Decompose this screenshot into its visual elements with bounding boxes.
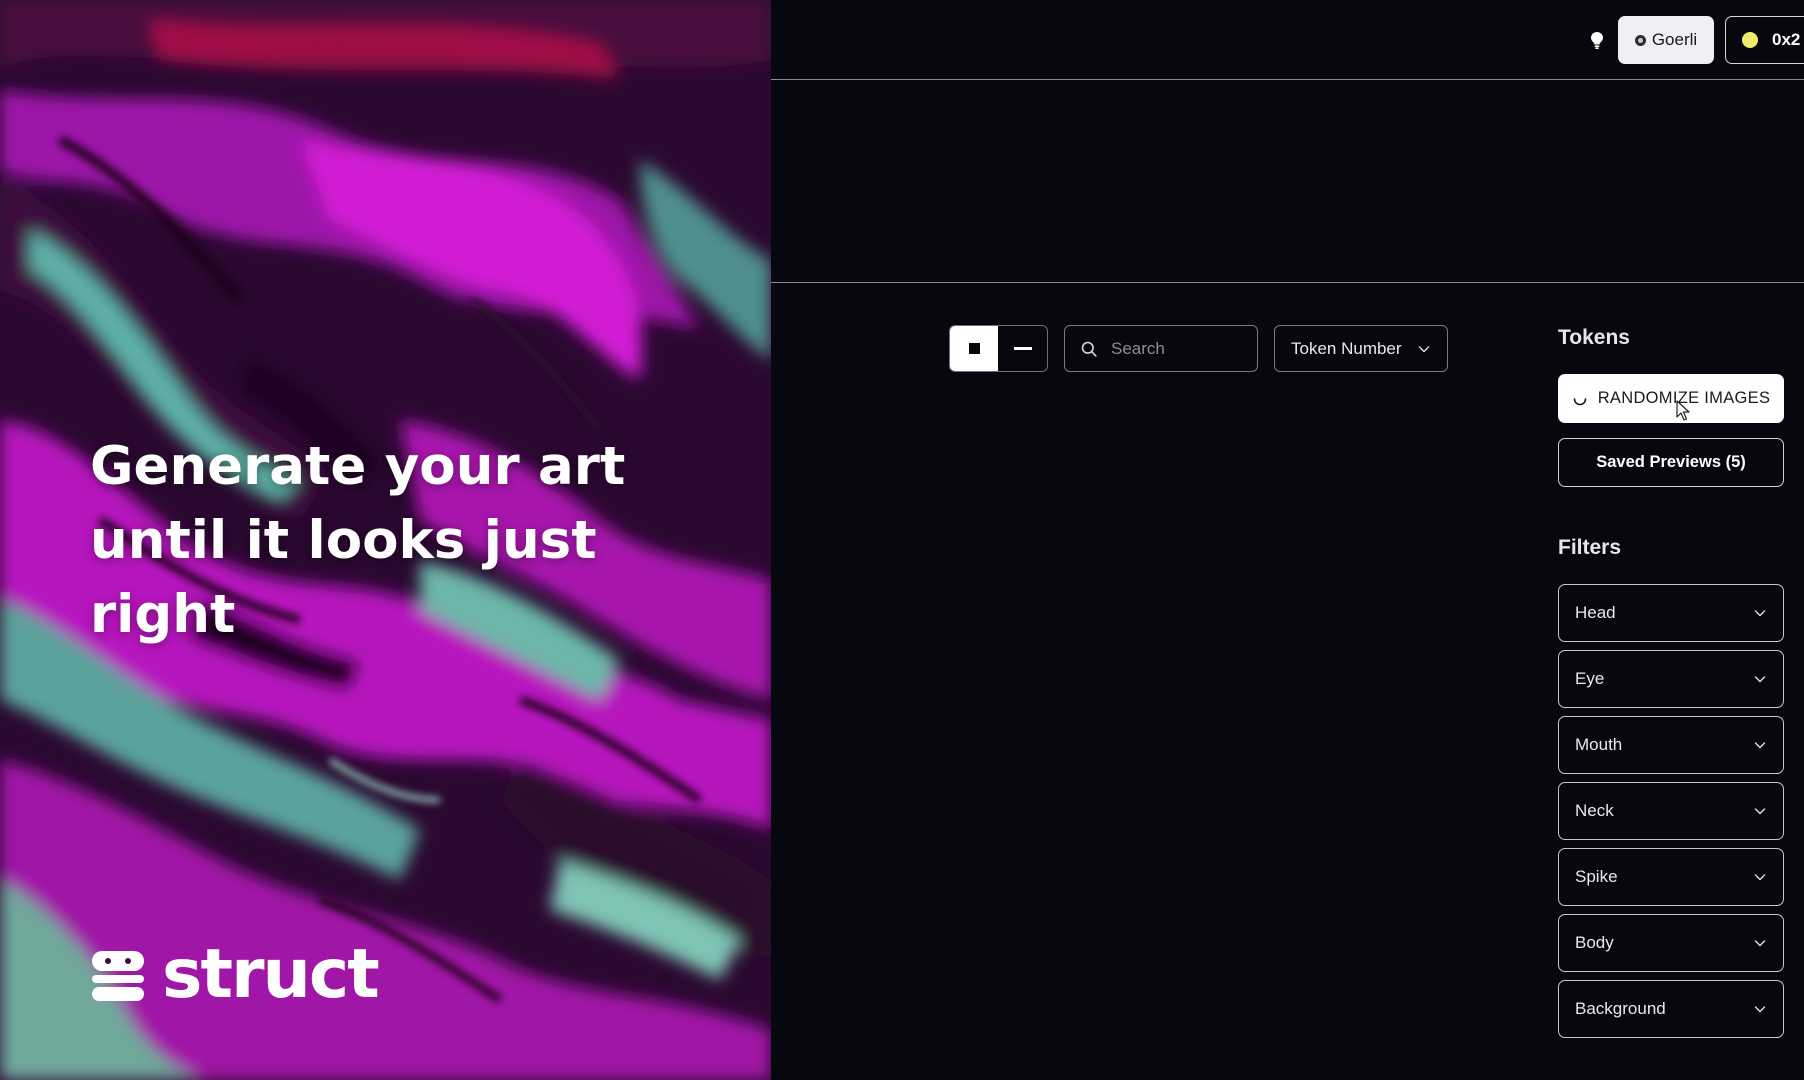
saved-previews-button[interactable]: Saved Previews (5) (1558, 438, 1784, 487)
list-view-icon (1013, 347, 1032, 350)
filter-label: Head (1575, 603, 1616, 622)
network-selector-button[interactable]: Goerli (1618, 16, 1714, 64)
filter-label: Background (1575, 999, 1666, 1018)
randomize-images-button[interactable]: RANDOMIZE IMAGES (1558, 374, 1784, 423)
brand-name: struct (162, 935, 380, 1014)
filter-spike-select[interactable]: Spike (1558, 848, 1784, 906)
loading-spinner-icon (1573, 397, 1587, 405)
filter-neck-select[interactable]: Neck (1558, 782, 1784, 840)
chevron-down-icon (1754, 610, 1766, 617)
brand-logo-group: struct (90, 935, 380, 1014)
hero-headline: Generate your art until it looks just ri… (90, 436, 626, 645)
network-icon (1634, 34, 1646, 46)
filter-label: Neck (1575, 801, 1614, 820)
theme-toggle-button[interactable] (1587, 29, 1607, 51)
filter-label: Body (1575, 933, 1614, 952)
tokens-heading: Tokens (1558, 326, 1630, 349)
filter-label: Mouth (1575, 735, 1623, 754)
account-avatar-dot (1742, 32, 1758, 48)
search-icon (1081, 341, 1097, 357)
chevron-down-icon (1754, 1006, 1766, 1013)
page-root: Generate your art until it looks just ri… (0, 0, 1804, 1080)
grid-view-button[interactable] (950, 326, 998, 371)
view-mode-toggle (949, 325, 1048, 372)
filter-body-select[interactable]: Body (1558, 914, 1784, 972)
network-label: Goerli (1651, 30, 1698, 49)
account-address: 0x2 (1772, 30, 1801, 49)
filter-head-select[interactable]: Head (1558, 584, 1784, 642)
lightbulb-icon (1591, 31, 1603, 49)
app-panel: Goerli 0x2 Token Number Tokens (771, 0, 1804, 1080)
preview-strip (771, 81, 1804, 283)
top-bar: Goerli 0x2 (771, 0, 1804, 80)
sort-select-value: Token Number (1291, 338, 1402, 358)
filter-mouth-select[interactable]: Mouth (1558, 716, 1784, 774)
chevron-down-icon (1418, 345, 1430, 352)
filter-label: Eye (1575, 669, 1605, 688)
chevron-down-icon (1754, 874, 1766, 881)
randomize-images-label: RANDOMIZE IMAGES (1597, 389, 1771, 407)
struct-logo-icon (92, 951, 144, 1001)
list-view-button[interactable] (998, 326, 1047, 371)
account-button[interactable]: 0x2 (1725, 16, 1804, 64)
filters-heading: Filters (1558, 536, 1622, 559)
chevron-down-icon (1754, 940, 1766, 947)
filter-background-select[interactable]: Background (1558, 980, 1784, 1038)
filter-eye-select[interactable]: Eye (1558, 650, 1784, 708)
filter-label: Spike (1575, 867, 1618, 886)
search-input[interactable] (1111, 338, 1241, 359)
grid-view-icon (968, 343, 980, 354)
sort-select[interactable]: Token Number (1274, 325, 1448, 372)
search-field (1064, 325, 1258, 372)
chevron-down-icon (1754, 742, 1766, 749)
chevron-down-icon (1754, 676, 1766, 683)
chevron-down-icon (1754, 808, 1766, 815)
art-panel: Generate your art until it looks just ri… (0, 0, 771, 1080)
